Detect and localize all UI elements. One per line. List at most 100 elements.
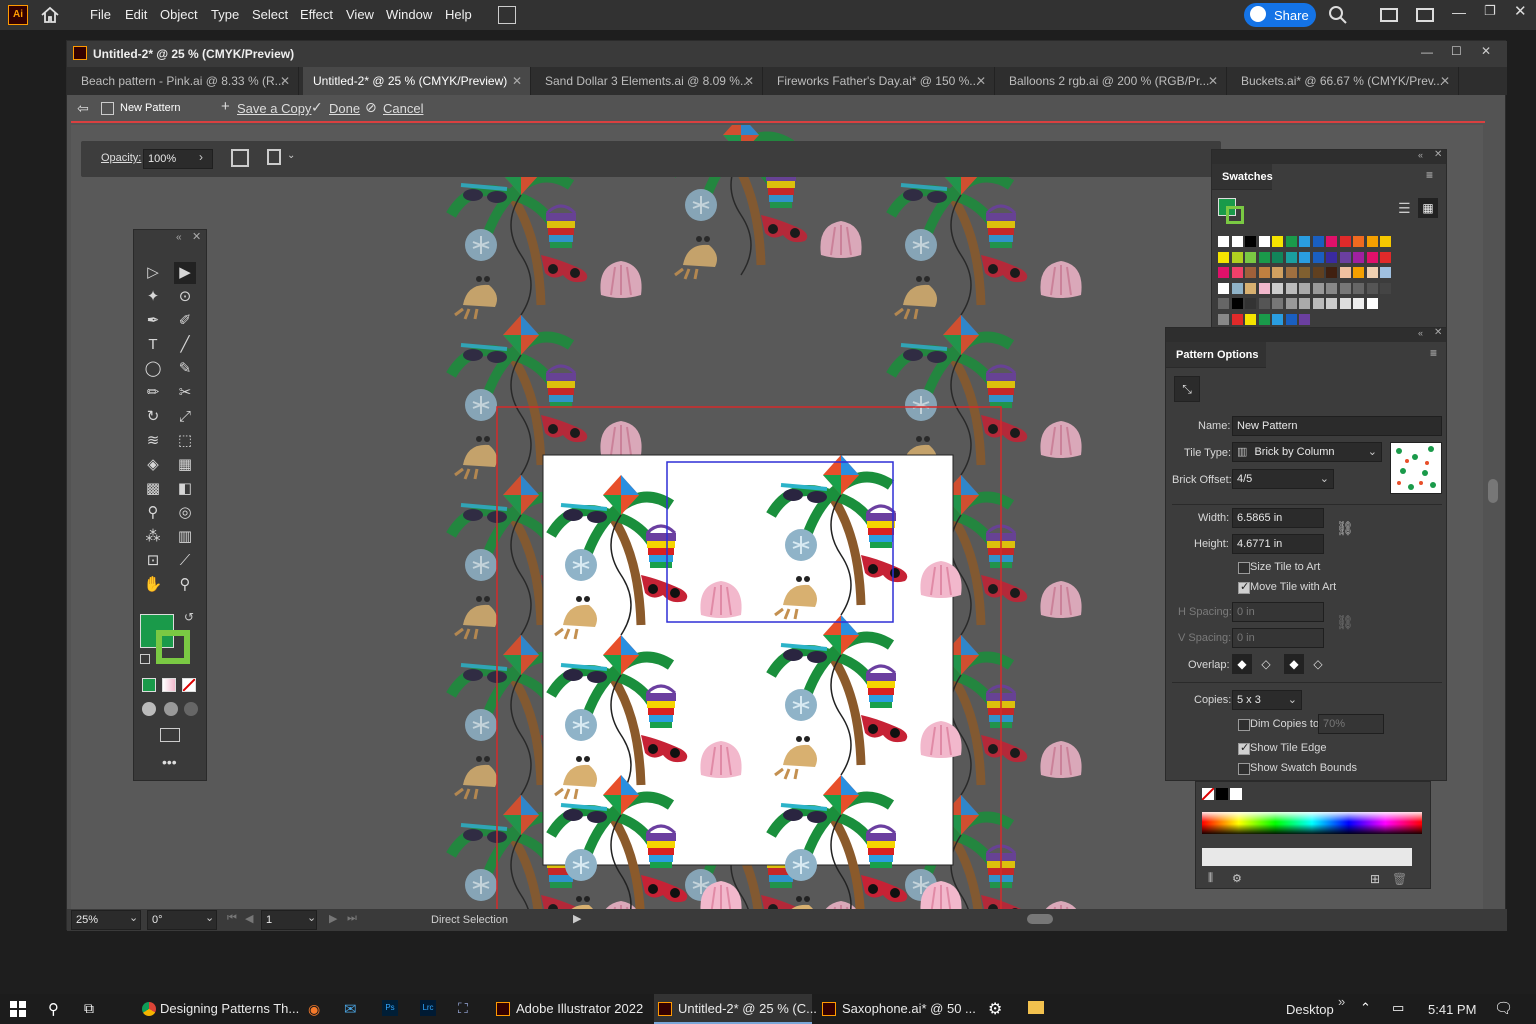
ellipse-tool-icon[interactable]: ◯ [142,358,164,380]
chevron-down-icon[interactable]: ⌄ [205,911,214,924]
magic-wand-icon[interactable]: ✦ [142,286,164,308]
dim-copies-field[interactable]: 70% [1318,714,1384,734]
network-icon[interactable]: ▭ [1392,1000,1404,1016]
pattern-name-field[interactable]: New Pattern [1232,416,1442,436]
black-swatch[interactable] [1216,788,1228,800]
white-swatch[interactable] [1230,788,1242,800]
swatch-chip[interactable] [1245,267,1256,278]
settings-gear-icon[interactable]: ⚙ [988,999,1002,1019]
windows-start-icon[interactable] [10,1001,26,1017]
blender-icon[interactable]: ◉ [308,1001,320,1018]
vertical-scrollbar[interactable] [1485,99,1501,907]
swatch-chip[interactable] [1366,282,1378,294]
swatch-chip[interactable] [1258,313,1270,325]
mail-icon[interactable]: ✉ [344,1000,357,1018]
h-spacing-field[interactable]: 0 in [1232,602,1324,622]
collapse-icon[interactable]: « [1418,328,1423,338]
collapse-icon[interactable]: « [1418,150,1423,160]
swatch-chip[interactable] [1258,267,1270,278]
swatch-chip[interactable] [1218,251,1229,263]
tab-buckets[interactable]: Buckets.ai* @ 66.67 % (CMYK/Prev... ✕ [1231,67,1459,95]
swatches-panel-title[interactable]: Swatches [1212,164,1273,190]
warp-tool-icon[interactable]: ≋ [142,430,164,452]
width-field[interactable]: 6.5865 in [1232,508,1324,528]
illustrator-logo-icon[interactable]: Ai [8,5,28,25]
next-artboard-icon[interactable]: ▶ [329,912,337,925]
swatch-chip[interactable] [1380,236,1391,247]
swatch-chip[interactable] [1366,267,1378,278]
scissors-icon[interactable]: ✂ [174,382,196,404]
swatch-chip[interactable] [1272,313,1283,325]
overlap-left-icon[interactable]: ◆ [1232,654,1252,674]
screen-mode-icon[interactable] [160,728,180,742]
desktop-chevron-icon[interactable]: » [1338,994,1345,1009]
menu-effect[interactable]: Effect [300,7,333,22]
horizontal-scrollbar[interactable] [597,912,1477,926]
swatch-chip[interactable] [1272,236,1283,247]
scale-tool-icon[interactable]: ⤢ [174,406,196,428]
close-icon[interactable]: ✕ [744,67,754,95]
swatch-chip[interactable] [1218,298,1229,309]
collapse-icon[interactable]: « [176,232,182,243]
taskbar-item-untitled-2[interactable]: Untitled-2* @ 25 % (C... [654,994,817,1024]
swatch-chip[interactable] [1353,251,1364,263]
grid-view-icon[interactable]: ▦ [1418,198,1438,218]
swatch-chip[interactable] [1285,313,1297,325]
swatch-chip[interactable] [1380,267,1391,278]
arrange-documents-icon[interactable] [498,6,516,24]
swatch-chip[interactable] [1231,251,1243,263]
tab-untitled-2[interactable]: Untitled-2* @ 25 % (CMYK/Preview) ✕ [303,67,531,95]
brush-options-icon[interactable]: ⚙ [1232,872,1242,885]
zoom-tool-icon[interactable]: ⚲ [174,574,196,596]
draw-normal-icon[interactable] [142,702,156,716]
close-icon[interactable]: ✕ [1440,67,1450,95]
swatch-chip[interactable] [1380,282,1391,294]
doc-minimize-button[interactable]: — [1421,45,1433,59]
tile-type-select[interactable]: ▥ Brick by Column ⌄ [1232,442,1382,462]
app-icon[interactable]: ⛶ [458,1000,468,1017]
direct-selection-tool-icon[interactable]: ▷ [142,262,164,284]
swatch-chip[interactable] [1272,267,1283,278]
selection-tool-icon[interactable]: ▶ [174,262,196,284]
lightroom-icon[interactable]: Lrc [420,1000,436,1016]
rotate-tool-icon[interactable]: ↻ [142,406,164,428]
menu-edit[interactable]: Edit [125,7,147,22]
menu-file[interactable]: File [90,7,111,22]
size-tile-to-art-checkbox[interactable] [1238,562,1250,574]
none-mode-icon[interactable] [182,678,196,692]
taskbar-item-illustrator[interactable]: Adobe Illustrator 2022 [492,994,644,1024]
library-icon[interactable]: ⫼ [1208,872,1213,885]
symbol-sprayer-icon[interactable]: ⁂ [142,526,164,548]
doc-maximize-button[interactable]: ☐ [1451,44,1462,58]
swatch-chip[interactable] [1245,313,1256,325]
swatch-chip[interactable] [1312,236,1324,247]
panel-layout-icon[interactable] [1416,8,1434,22]
vertical-scroll-thumb[interactable] [1488,479,1498,503]
swatch-chip[interactable] [1245,251,1256,263]
swatch-chip[interactable] [1272,282,1283,294]
swatch-chip[interactable] [1312,251,1324,263]
share-button[interactable]: Share [1244,3,1316,27]
color-spectrum[interactable] [1202,812,1422,834]
swatch-chip[interactable] [1218,313,1229,325]
swatch-chip[interactable] [1299,298,1310,309]
menu-object[interactable]: Object [160,7,198,22]
horizontal-scroll-thumb[interactable] [1027,914,1053,924]
menu-type[interactable]: Type [211,7,239,22]
gradient-mode-icon[interactable] [162,678,176,692]
menu-select[interactable]: Select [252,7,288,22]
previous-artboard-icon[interactable]: ◀ [245,912,253,925]
cancel-button[interactable]: Cancel [383,101,423,116]
chevron-down-icon[interactable]: ⌄ [129,911,138,924]
save-a-copy-button[interactable]: Save a Copy [237,101,311,116]
restore-window-button[interactable]: ❐ [1484,3,1496,19]
file-explorer-icon[interactable] [1028,1001,1044,1014]
swatch-chip[interactable] [1339,251,1351,263]
swatch-chip[interactable] [1285,267,1297,278]
move-tile-with-art-checkbox[interactable] [1238,580,1250,594]
home-icon[interactable] [40,5,60,25]
close-icon[interactable]: ✕ [1434,327,1442,338]
photoshop-icon[interactable]: Ps [382,1000,398,1016]
lasso-icon[interactable]: ⊙ [174,286,196,308]
color-mode-icon[interactable] [142,678,156,692]
